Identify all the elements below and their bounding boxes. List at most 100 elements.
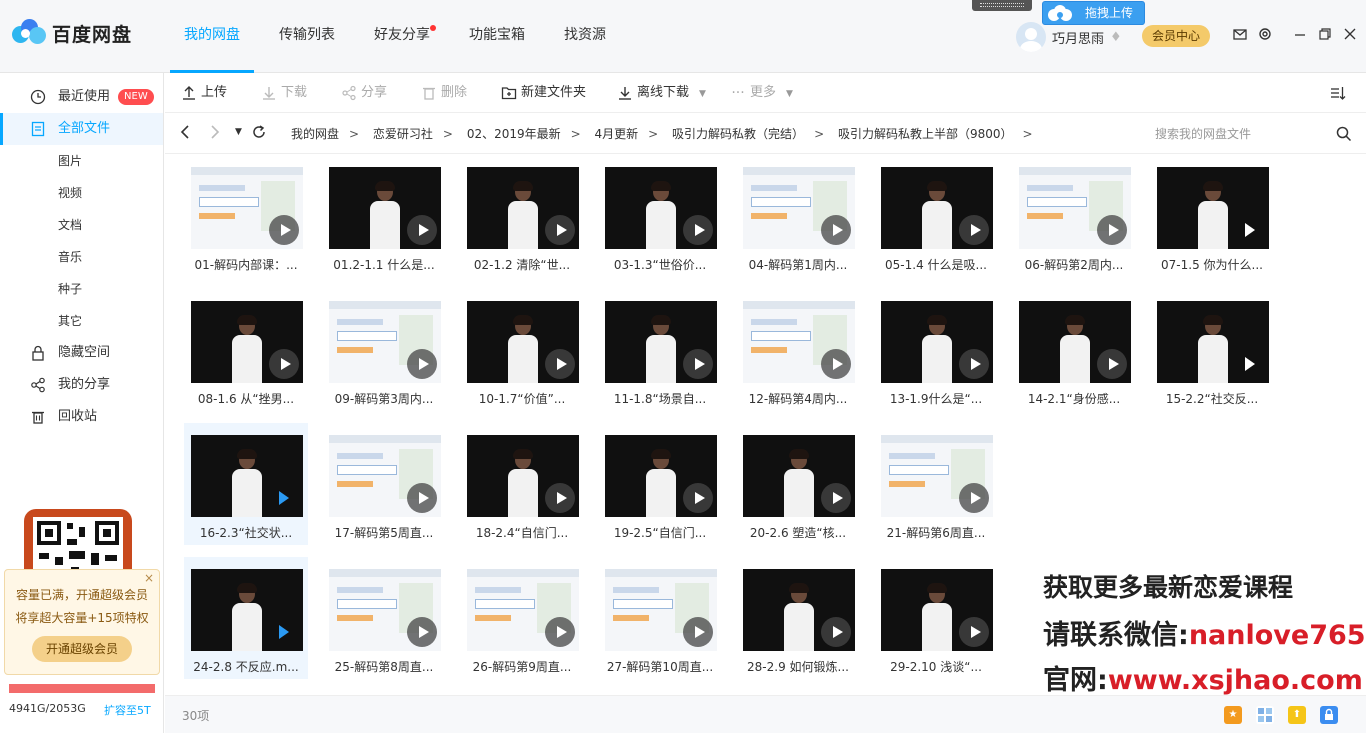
nav-toolbox[interactable]: 功能宝箱 bbox=[455, 0, 539, 73]
file-name: 13-1.9什么是“... bbox=[889, 392, 983, 406]
file-item[interactable]: 11-1.8“场景自... bbox=[598, 289, 722, 411]
mail-icon[interactable] bbox=[1232, 27, 1248, 43]
sidebar-item-recycle-bin[interactable]: 回收站 bbox=[0, 401, 163, 433]
upgrade-arrow-icon[interactable]: ⬆ bbox=[1288, 706, 1306, 724]
upgrade-promo-card: × 容量已满，开通超级会员 将享超大容量+15项特权 开通超级会员 bbox=[4, 569, 160, 675]
lock-icon[interactable] bbox=[1320, 706, 1338, 724]
file-item[interactable]: 01-解码内部课：... bbox=[184, 155, 308, 277]
file-item[interactable]: 29-2.10 浅谈“... bbox=[874, 557, 998, 679]
forward-icon[interactable] bbox=[209, 124, 221, 144]
file-item[interactable]: 09-解码第3周内... bbox=[322, 289, 446, 411]
file-name: 24-2.8 不反应.m... bbox=[193, 660, 299, 674]
breadcrumb-item[interactable]: 恋爱研习社 bbox=[373, 114, 433, 154]
file-item[interactable]: 05-1.4 什么是吸... bbox=[874, 155, 998, 277]
breadcrumb-item[interactable]: 吸引力解码私教（完结） bbox=[672, 114, 804, 154]
expand-storage-link[interactable]: 扩容至5T bbox=[104, 702, 151, 718]
file-item[interactable]: 03-1.3“世俗价... bbox=[598, 155, 722, 277]
delete-button[interactable]: 删除 bbox=[421, 73, 467, 113]
nav-transfers[interactable]: 传输列表 bbox=[265, 0, 349, 73]
watermark-site-url: www.xsjhao.com bbox=[1107, 665, 1363, 696]
sidebar-item-torrents[interactable]: 种子 bbox=[0, 273, 163, 305]
drag-handle[interactable] bbox=[972, 0, 1032, 11]
nav-find-resources[interactable]: 找资源 bbox=[550, 0, 620, 73]
video-thumbnail bbox=[329, 301, 441, 383]
minimize-icon[interactable] bbox=[1292, 27, 1308, 43]
sidebar-item-all-files[interactable]: 全部文件 bbox=[0, 113, 163, 145]
file-item[interactable]: 16-2.3“社交状... bbox=[184, 423, 308, 545]
file-item[interactable]: 02-1.2 清除“世... bbox=[460, 155, 584, 277]
vip-center-button[interactable]: 会员中心 bbox=[1142, 25, 1210, 47]
close-icon[interactable]: × bbox=[144, 571, 154, 585]
file-item[interactable]: 04-解码第1周内... bbox=[736, 155, 860, 277]
breadcrumb-item[interactable]: 02、2019年最新 bbox=[467, 114, 561, 154]
main-nav: 我的网盘 传输列表 好友分享 功能宝箱 找资源 bbox=[170, 0, 631, 73]
video-thumbnail bbox=[191, 569, 303, 651]
sidebar-item-images[interactable]: 图片 bbox=[0, 145, 163, 177]
back-icon[interactable] bbox=[179, 124, 191, 144]
username: 巧月思雨 bbox=[1052, 31, 1105, 47]
file-item[interactable]: 13-1.9什么是“... bbox=[874, 289, 998, 411]
file-item[interactable]: 28-2.9 如何锻炼... bbox=[736, 557, 860, 679]
file-name: 10-1.7“价值”... bbox=[478, 392, 566, 406]
more-button[interactable]: ··· 更多 ▼ bbox=[730, 73, 793, 113]
search-icon[interactable] bbox=[1335, 125, 1353, 143]
close-window-icon[interactable] bbox=[1342, 27, 1358, 43]
nav-friend-share-label: 好友分享 bbox=[374, 27, 430, 43]
medal-icon[interactable]: ★ bbox=[1224, 706, 1242, 724]
user-menu[interactable]: 巧月思雨 ♦ bbox=[1016, 22, 1122, 52]
file-item[interactable]: 19-2.5“自信门... bbox=[598, 423, 722, 545]
sidebar-item-my-shares[interactable]: 我的分享 bbox=[0, 369, 163, 401]
share-button[interactable]: 分享 bbox=[341, 73, 387, 113]
notification-dot bbox=[430, 25, 436, 31]
file-item[interactable]: 08-1.6 从“挫男... bbox=[184, 289, 308, 411]
breadcrumb-item[interactable]: 4月更新 bbox=[595, 114, 639, 154]
baidu-cloud-logo-icon bbox=[12, 18, 46, 48]
file-item[interactable]: 12-解码第4周内... bbox=[736, 289, 860, 411]
apps-grid-icon[interactable] bbox=[1256, 706, 1274, 724]
restore-window-icon[interactable] bbox=[1317, 27, 1333, 43]
sort-icon[interactable] bbox=[1330, 85, 1346, 105]
breadcrumb-item[interactable]: 我的网盘 bbox=[291, 114, 339, 154]
upload-button[interactable]: 上传 bbox=[181, 73, 227, 113]
sidebar-item-music[interactable]: 音乐 bbox=[0, 241, 163, 273]
search-input[interactable] bbox=[1155, 122, 1325, 146]
video-thumbnail bbox=[881, 569, 993, 651]
nav-friend-share[interactable]: 好友分享 bbox=[360, 0, 444, 73]
file-item[interactable]: 10-1.7“价值”... bbox=[460, 289, 584, 411]
file-item[interactable]: 01.2-1.1 什么是... bbox=[322, 155, 446, 277]
download-icon bbox=[263, 87, 275, 100]
file-item[interactable]: 24-2.8 不反应.m... bbox=[184, 557, 308, 679]
settings-gear-icon[interactable] bbox=[1257, 27, 1273, 43]
sidebar-item-videos[interactable]: 视频 bbox=[0, 177, 163, 209]
new-folder-button[interactable]: 新建文件夹 bbox=[501, 73, 586, 113]
file-item[interactable]: 25-解码第8周直... bbox=[322, 557, 446, 679]
refresh-icon[interactable] bbox=[251, 124, 267, 144]
file-item[interactable]: 14-2.1“身份感... bbox=[1012, 289, 1136, 411]
drag-upload-label: 拖拽上传 bbox=[1085, 6, 1134, 20]
video-thumbnail bbox=[329, 435, 441, 517]
offline-download-button[interactable]: 离线下载 ▼ bbox=[617, 73, 706, 113]
sidebar-item-others[interactable]: 其它 bbox=[0, 305, 163, 337]
file-item[interactable]: 27-解码第10周直... bbox=[598, 557, 722, 679]
file-item[interactable]: 20-2.6 塑造“核... bbox=[736, 423, 860, 545]
file-item[interactable]: 18-2.4“自信门... bbox=[460, 423, 584, 545]
file-name: 04-解码第1周内... bbox=[748, 258, 848, 272]
download-button[interactable]: 下载 bbox=[261, 73, 307, 113]
file-item[interactable]: 06-解码第2周内... bbox=[1012, 155, 1136, 277]
file-name: 21-解码第6周直... bbox=[886, 526, 986, 540]
file-item[interactable]: 07-1.5 你为什么... bbox=[1150, 155, 1274, 277]
history-dropdown-icon[interactable]: ▼ bbox=[235, 127, 242, 137]
file-item[interactable]: 26-解码第9周直... bbox=[460, 557, 584, 679]
sidebar-item-recent[interactable]: 最近使用 NEW bbox=[0, 81, 163, 113]
breadcrumb: 我的网盘 > 恋爱研习社 > 02、2019年最新 > 4月更新 > 吸引力解码私教（完… bbox=[291, 114, 1043, 154]
sidebar-item-hidden-space[interactable]: 隐藏空间 bbox=[0, 337, 163, 369]
toolbar: 上传 下载 分享 删除 新建文件夹 离线下载 ▼ ··· 更多 ▼ bbox=[165, 73, 1366, 113]
sidebar-item-docs[interactable]: 文档 bbox=[0, 209, 163, 241]
play-icon bbox=[821, 617, 851, 647]
file-item[interactable]: 21-解码第6周直... bbox=[874, 423, 998, 545]
file-item[interactable]: 15-2.2“社交反... bbox=[1150, 289, 1274, 411]
upgrade-button[interactable]: 开通超级会员 bbox=[32, 636, 132, 662]
breadcrumb-item[interactable]: 吸引力解码私教上半部（9800） bbox=[838, 114, 1013, 154]
file-item[interactable]: 17-解码第5周直... bbox=[322, 423, 446, 545]
nav-my-disk[interactable]: 我的网盘 bbox=[170, 0, 254, 73]
